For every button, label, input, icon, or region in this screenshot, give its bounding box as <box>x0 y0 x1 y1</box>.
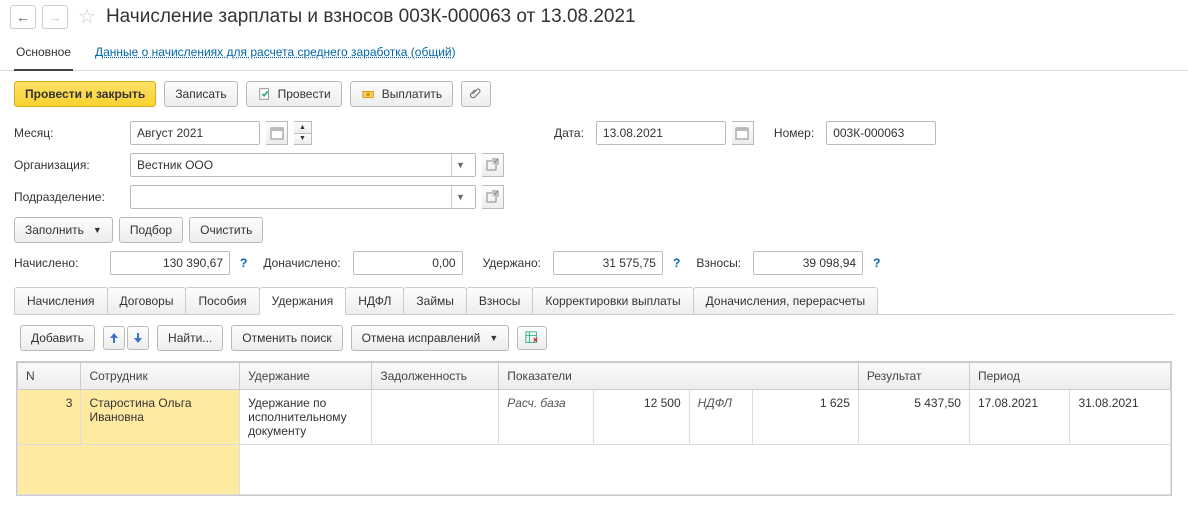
detail-tabs: Начисления Договоры Пособия Удержания НД… <box>14 287 1174 315</box>
chevron-down-icon: ▼ <box>451 154 469 176</box>
tab-benefits[interactable]: Пособия <box>185 287 259 314</box>
month-label: Месяц: <box>14 126 124 140</box>
pay-button[interactable]: Выплатить <box>350 81 454 107</box>
paperclip-icon <box>469 87 483 101</box>
cell-ind-label1[interactable]: Расч. база <box>499 390 594 445</box>
select-button[interactable]: Подбор <box>119 217 183 243</box>
forward-button[interactable]: → <box>42 5 68 29</box>
chevron-down-icon: ▼ <box>93 225 102 235</box>
tab-accruals[interactable]: Начисления <box>14 287 108 314</box>
contrib-input[interactable]: 39 098,94 <box>753 251 863 275</box>
contrib-help[interactable]: ? <box>873 256 880 270</box>
month-input-wrap[interactable]: Август 2021 <box>130 121 260 145</box>
dept-open-button[interactable] <box>482 185 504 209</box>
date-input[interactable]: 13.08.2021 <box>596 121 726 145</box>
cell-debt[interactable] <box>372 390 499 445</box>
attachments-button[interactable] <box>461 81 491 107</box>
pay-icon <box>361 86 377 102</box>
month-calendar-button[interactable] <box>266 121 288 145</box>
add-accrued-label: Доначислено: <box>263 256 340 270</box>
dept-input[interactable]: ▼ <box>130 185 476 209</box>
page-title: Начисление зарплаты и взносов 003К-00006… <box>106 6 636 28</box>
col-debt[interactable]: Задолженность <box>372 363 499 390</box>
accrued-help[interactable]: ? <box>240 256 247 270</box>
add-accrued-input[interactable]: 0,00 <box>353 251 463 275</box>
nav-tabs: Основное Данные о начислениях для расчет… <box>0 33 1188 71</box>
number-label: Номер: <box>774 126 814 140</box>
withheld-label: Удержано: <box>483 256 541 270</box>
tab-recalc[interactable]: Доначисления, перерасчеты <box>693 287 878 314</box>
cell-ind-val1[interactable]: 12 500 <box>594 390 689 445</box>
contrib-label: Взносы: <box>696 256 741 270</box>
cell-ind-val2[interactable]: 1 625 <box>753 390 859 445</box>
main-toolbar: Провести и закрыть Записать Провести Вып… <box>0 71 1188 117</box>
move-down-button[interactable] <box>127 326 149 350</box>
fill-button[interactable]: Заполнить ▼ <box>14 217 113 243</box>
cancel-search-button[interactable]: Отменить поиск <box>231 325 342 351</box>
org-label: Организация: <box>14 158 124 172</box>
col-result[interactable]: Результат <box>858 363 969 390</box>
withheld-help[interactable]: ? <box>673 256 680 270</box>
calendar-icon <box>270 126 284 140</box>
dept-label: Подразделение: <box>14 190 124 204</box>
col-employee[interactable]: Сотрудник <box>81 363 240 390</box>
clear-button[interactable]: Очистить <box>189 217 263 243</box>
table-empty-row <box>18 445 1171 495</box>
cell-result[interactable]: 5 437,50 <box>858 390 969 445</box>
withheld-input[interactable]: 31 575,75 <box>553 251 663 275</box>
nav-tab-avg-data[interactable]: Данные о начислениях для расчета среднег… <box>93 39 458 70</box>
add-row-button[interactable]: Добавить <box>20 325 95 351</box>
header-bar: ← → ☆ Начисление зарплаты и взносов 003К… <box>0 0 1188 33</box>
open-icon <box>486 190 500 204</box>
col-indicators[interactable]: Показатели <box>499 363 859 390</box>
month-value: Август 2021 <box>137 126 203 140</box>
settings-button[interactable] <box>517 326 547 350</box>
cell-deduction[interactable]: Удержание по исполнительному документу <box>240 390 372 445</box>
arrow-down-icon <box>131 331 145 345</box>
month-spinner[interactable]: ▲▼ <box>294 121 312 145</box>
calendar-icon <box>735 126 749 140</box>
cell-period-from[interactable]: 17.08.2021 <box>969 390 1069 445</box>
tab-deductions[interactable]: Удержания <box>259 287 347 315</box>
table-settings-icon <box>525 331 539 345</box>
open-icon <box>486 158 500 172</box>
deductions-table: N Сотрудник Удержание Задолженность Пока… <box>16 361 1172 496</box>
post-and-close-button[interactable]: Провести и закрыть <box>14 81 156 107</box>
cell-n[interactable]: 3 <box>18 390 81 445</box>
cell-ind-label2[interactable]: НДФЛ <box>689 390 752 445</box>
post-button[interactable]: Провести <box>246 81 342 107</box>
date-calendar-button[interactable] <box>732 121 754 145</box>
sub-toolbar: Добавить Найти... Отменить поиск Отмена … <box>0 315 1188 361</box>
tab-ndfl[interactable]: НДФЛ <box>345 287 404 314</box>
arrow-up-icon <box>107 331 121 345</box>
tab-loans[interactable]: Займы <box>403 287 467 314</box>
chevron-down-icon: ▼ <box>489 333 498 343</box>
favorite-star-icon[interactable]: ☆ <box>78 4 96 29</box>
table-row[interactable]: 3 Старостина Ольга Ивановна Удержание по… <box>18 390 1171 445</box>
chevron-down-icon: ▼ <box>451 186 469 208</box>
number-input[interactable]: 003К-000063 <box>826 121 936 145</box>
col-n[interactable]: N <box>18 363 81 390</box>
table-header-row: N Сотрудник Удержание Задолженность Пока… <box>18 363 1171 390</box>
tab-contracts[interactable]: Договоры <box>107 287 187 314</box>
cell-employee[interactable]: Старостина Ольга Ивановна <box>81 390 240 445</box>
org-open-button[interactable] <box>482 153 504 177</box>
cell-period-to[interactable]: 31.08.2021 <box>1070 390 1171 445</box>
post-icon <box>257 86 273 102</box>
accrued-label: Начислено: <box>14 256 104 270</box>
accrued-input[interactable]: 130 390,67 <box>110 251 230 275</box>
cancel-fix-button[interactable]: Отмена исправлений ▼ <box>351 325 510 351</box>
move-up-button[interactable] <box>103 326 125 350</box>
org-input[interactable]: Вестник ООО ▼ <box>130 153 476 177</box>
find-button[interactable]: Найти... <box>157 325 223 351</box>
back-button[interactable]: ← <box>10 5 36 29</box>
nav-tab-main[interactable]: Основное <box>14 39 73 71</box>
save-button[interactable]: Записать <box>164 81 237 107</box>
col-deduction[interactable]: Удержание <box>240 363 372 390</box>
tab-corrections[interactable]: Корректировки выплаты <box>532 287 693 314</box>
col-period[interactable]: Период <box>969 363 1170 390</box>
date-label: Дата: <box>554 126 584 140</box>
tab-contrib[interactable]: Взносы <box>466 287 533 314</box>
